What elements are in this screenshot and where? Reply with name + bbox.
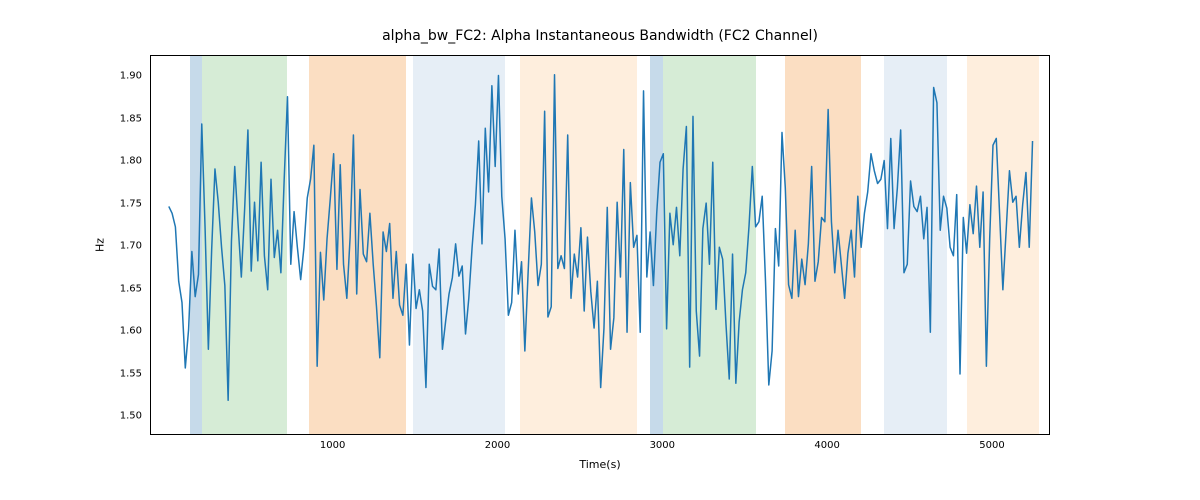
x-axis-label: Time(s) — [150, 458, 1050, 471]
figure: alpha_bw_FC2: Alpha Instantaneous Bandwi… — [0, 0, 1200, 500]
y-tick-label: 1.55 — [120, 368, 142, 379]
y-tick-label: 1.50 — [120, 411, 142, 422]
series-path — [169, 75, 1033, 401]
y-axis-label: Hz — [94, 238, 107, 252]
y-tick-label: 1.90 — [120, 71, 142, 82]
x-tick-label: 2000 — [485, 440, 510, 451]
x-tick-label: 1000 — [320, 440, 345, 451]
y-tick-label: 1.70 — [120, 241, 142, 252]
line-series — [151, 56, 1050, 435]
axes-area — [150, 55, 1050, 435]
y-tick-label: 1.60 — [120, 326, 142, 337]
y-tick-label: 1.75 — [120, 198, 142, 209]
y-tick-label: 1.65 — [120, 283, 142, 294]
x-tick-label: 5000 — [979, 440, 1004, 451]
y-tick-label: 1.85 — [120, 113, 142, 124]
chart-title: alpha_bw_FC2: Alpha Instantaneous Bandwi… — [0, 28, 1200, 44]
x-tick-label: 4000 — [814, 440, 839, 451]
x-tick-label: 3000 — [650, 440, 675, 451]
y-tick-label: 1.80 — [120, 156, 142, 167]
